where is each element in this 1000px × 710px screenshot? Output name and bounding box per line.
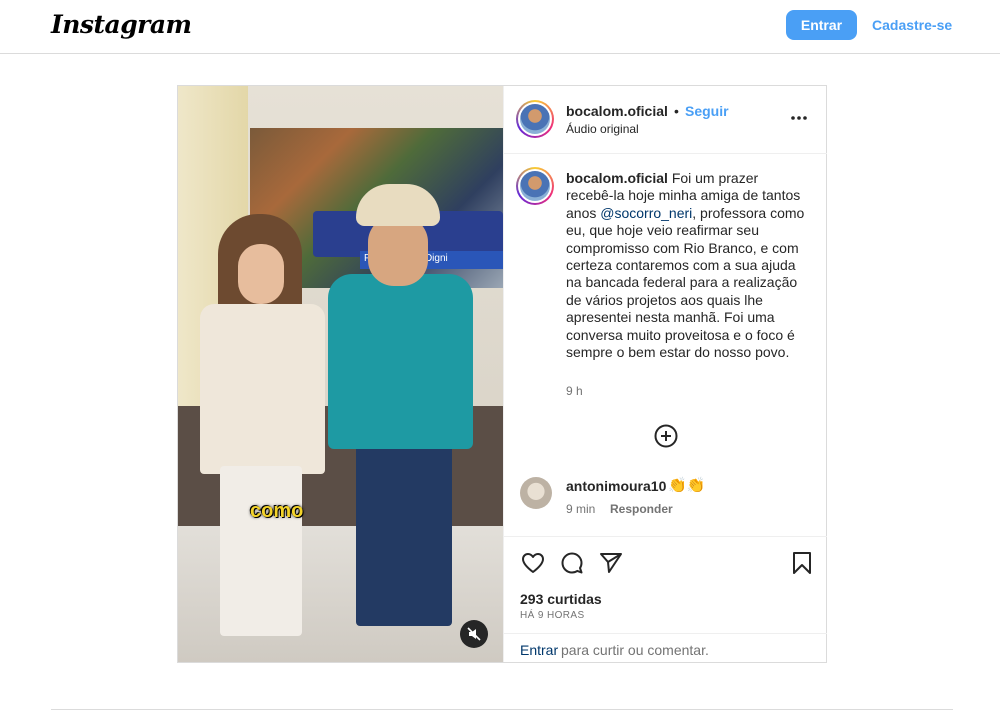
video-person-woman-body xyxy=(200,304,325,474)
post-actions: 293 curtidas HÁ 9 HORAS Entrar para curt… xyxy=(504,536,827,662)
instagram-logo[interactable]: Instagram xyxy=(51,10,192,39)
follow-button[interactable]: Seguir xyxy=(685,103,729,119)
likes-count[interactable]: 293 curtidas xyxy=(520,591,602,607)
caption-author-username[interactable]: bocalom.oficial xyxy=(566,170,668,186)
video-person-woman-face xyxy=(238,244,284,304)
login-link[interactable]: Entrar xyxy=(520,642,558,658)
post-caption: bocalom.oficial Foi um prazer recebê-la … xyxy=(566,170,806,361)
paper-plane-icon xyxy=(600,553,622,573)
video-person-woman-legs xyxy=(220,466,302,636)
post-timestamp[interactable]: HÁ 9 HORAS xyxy=(520,610,585,621)
video-person-man-body xyxy=(328,274,473,449)
caption-author-avatar[interactable] xyxy=(516,167,554,205)
caption-timestamp[interactable]: 9 h xyxy=(566,384,583,398)
author-avatar[interactable] xyxy=(516,100,554,138)
speaker-muted-icon xyxy=(467,627,481,641)
post-video[interactable]: P Emprego e Digni como xyxy=(178,86,503,662)
like-button[interactable] xyxy=(520,550,546,576)
video-person-man-face xyxy=(368,216,428,286)
audio-label[interactable]: Áudio original xyxy=(566,122,639,136)
comment-button[interactable] xyxy=(559,550,585,576)
commenter-avatar[interactable] xyxy=(520,477,552,509)
video-person-man-legs xyxy=(356,436,452,626)
caption-mention-link[interactable]: @socorro_neri xyxy=(600,205,692,221)
comment-bubble-icon xyxy=(561,552,583,574)
comment-text: 👏👏 xyxy=(668,477,706,494)
post-sidebar: bocalom.oficial • Seguir Áudio original … xyxy=(503,86,827,662)
login-button[interactable]: Entrar xyxy=(786,10,857,40)
caption-text-after: , professora como eu, que hoje veio reaf… xyxy=(566,204,805,361)
mute-button[interactable] xyxy=(460,620,488,648)
top-nav-bar: Instagram Entrar Cadastre-se xyxy=(0,0,1000,54)
comment-timestamp[interactable]: 9 min xyxy=(566,502,595,516)
load-more-comments-button[interactable] xyxy=(653,423,679,449)
video-subtitle: como xyxy=(250,500,304,522)
save-button[interactable] xyxy=(789,550,815,576)
post-card: P Emprego e Digni como bocalom.oficial •… xyxy=(177,85,827,663)
signup-link[interactable]: Cadastre-se xyxy=(872,17,952,33)
more-options-button[interactable] xyxy=(790,108,808,126)
reply-button[interactable]: Responder xyxy=(610,502,673,516)
heart-icon xyxy=(522,553,544,573)
post-header: bocalom.oficial • Seguir Áudio original xyxy=(504,86,827,154)
share-button[interactable] xyxy=(598,550,624,576)
bookmark-icon xyxy=(793,552,811,574)
author-username[interactable]: bocalom.oficial xyxy=(566,103,668,119)
plus-circle-icon xyxy=(654,424,678,448)
commenter-username[interactable]: antonimoura10 xyxy=(566,478,666,494)
login-prompt-row: Entrar para curtir ou comentar. xyxy=(504,633,827,663)
login-prompt-text: para curtir ou comentar. xyxy=(561,642,709,658)
more-horizontal-icon xyxy=(791,116,807,120)
separator-dot: • xyxy=(674,103,679,119)
